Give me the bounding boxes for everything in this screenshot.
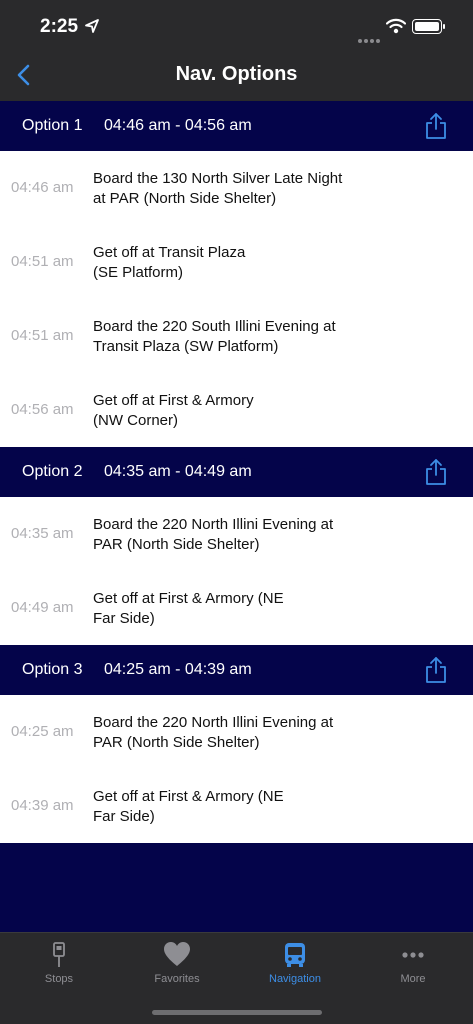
nav-bar: Nav. Options (0, 50, 473, 101)
tab-bar: Stops Favorites Navigation More (0, 932, 473, 1024)
step-row[interactable]: 04:25 am Board the 220 North Illini Even… (0, 695, 473, 769)
step-instruction: Get off at First & Armory (NE Far Side) (93, 788, 284, 825)
step-instruction: Board the 220 North Illini Evening at PA… (93, 714, 334, 751)
step-row[interactable]: 04:35 am Board the 220 North Illini Even… (0, 497, 473, 571)
step-list: 04:35 am Board the 220 North Illini Even… (0, 497, 473, 645)
step-time: 04:51 am (11, 253, 74, 270)
step-list: 04:46 am Board the 130 North Silver Late… (0, 151, 473, 447)
home-indicator (152, 1010, 322, 1015)
status-bar: 2:25 (0, 0, 473, 50)
option-header-2[interactable]: Option 2 04:35 am - 04:49 am (0, 447, 473, 497)
step-instruction: Board the 220 North Illini Evening at PA… (93, 516, 334, 553)
step-row[interactable]: 04:49 am Get off at First & Armory (NE F… (0, 571, 473, 645)
tab-label: Favorites (154, 973, 200, 985)
step-row[interactable]: 04:39 am Get off at First & Armory (NE F… (0, 769, 473, 843)
option-label: Option 1 (22, 117, 83, 134)
step-row[interactable]: 04:51 am Get off at Transit Plaza (SE Pl… (0, 225, 473, 299)
status-time: 2:25 (40, 16, 79, 37)
tab-more[interactable]: More (354, 933, 472, 993)
option-time-range: 04:35 am - 04:49 am (104, 463, 252, 480)
tab-label: Stops (44, 973, 74, 985)
location-arrow-icon (85, 19, 99, 33)
step-time: 04:25 am (11, 723, 74, 740)
step-row[interactable]: 04:56 am Get off at First & Armory (NW C… (0, 373, 473, 447)
tab-navigation[interactable]: Navigation (236, 933, 354, 993)
tab-stops[interactable]: Stops (0, 933, 118, 993)
option-time-range: 04:46 am - 04:56 am (104, 117, 252, 134)
bus-icon (285, 943, 305, 967)
step-time: 04:35 am (11, 525, 74, 542)
step-time: 04:46 am (11, 179, 74, 196)
share-icon[interactable] (424, 458, 448, 486)
option-label: Option 2 (22, 463, 83, 480)
step-instruction: Get off at Transit Plaza (SE Platform) (93, 244, 246, 281)
options-list[interactable]: Option 1 04:46 am - 04:56 am 04:46 am Bo… (0, 101, 473, 932)
step-time: 04:51 am (11, 327, 74, 344)
step-time: 04:49 am (11, 599, 74, 616)
tab-label: Navigation (269, 973, 321, 985)
cellular-signal-icon (358, 30, 382, 48)
option-time-range: 04:25 am - 04:39 am (104, 661, 252, 678)
share-icon[interactable] (424, 112, 448, 140)
step-time: 04:56 am (11, 401, 74, 418)
option-header-1[interactable]: Option 1 04:46 am - 04:56 am (0, 101, 473, 151)
step-row[interactable]: 04:46 am Board the 130 North Silver Late… (0, 151, 473, 225)
bus-stop-icon (53, 942, 65, 967)
ellipsis-icon (402, 952, 424, 958)
step-instruction: Get off at First & Armory (NE Far Side) (93, 590, 284, 627)
page-title: Nav. Options (175, 63, 298, 85)
share-icon[interactable] (424, 656, 448, 684)
tab-label: More (400, 973, 426, 985)
tab-favorites[interactable]: Favorites (118, 933, 236, 993)
option-header-3[interactable]: Option 3 04:25 am - 04:39 am (0, 645, 473, 695)
step-time: 04:39 am (11, 797, 74, 814)
step-row[interactable]: 04:51 am Board the 220 South Illini Even… (0, 299, 473, 373)
wifi-icon (386, 18, 406, 34)
heart-icon (164, 942, 190, 966)
step-list: 04:25 am Board the 220 North Illini Even… (0, 695, 473, 843)
step-instruction: Board the 130 North Silver Late Night at… (93, 170, 343, 207)
battery-icon (412, 19, 445, 34)
option-label: Option 3 (22, 661, 83, 678)
step-instruction: Board the 220 South Illini Evening at Tr… (93, 318, 336, 355)
step-instruction: Get off at First & Armory (NW Corner) (93, 392, 254, 429)
